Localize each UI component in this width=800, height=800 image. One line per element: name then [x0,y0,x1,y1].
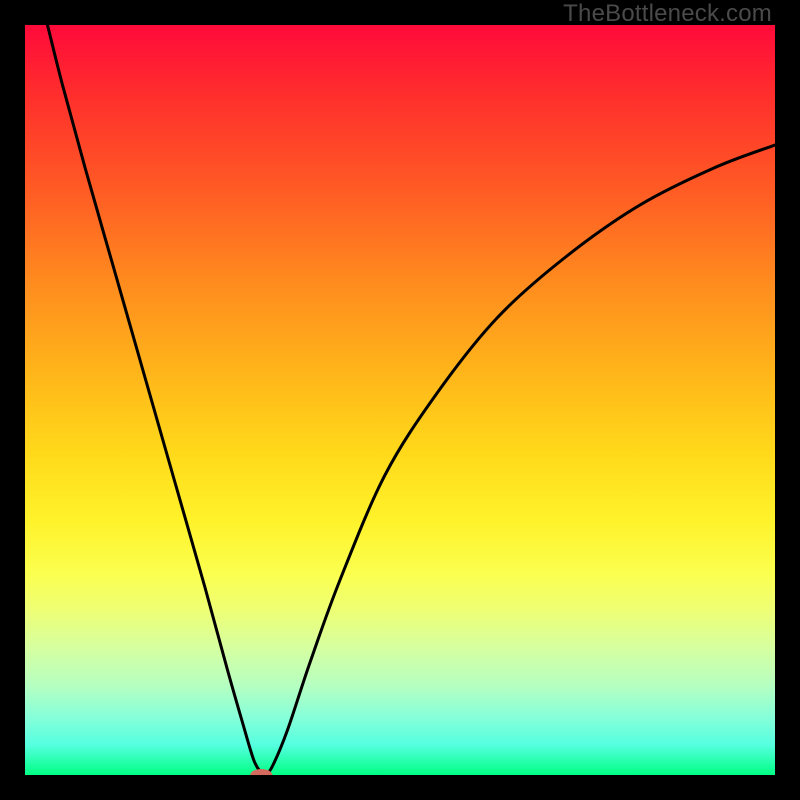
bottleneck-curve [48,25,776,775]
watermark-text: TheBottleneck.com [563,0,772,28]
bottleneck-chart [25,25,775,775]
